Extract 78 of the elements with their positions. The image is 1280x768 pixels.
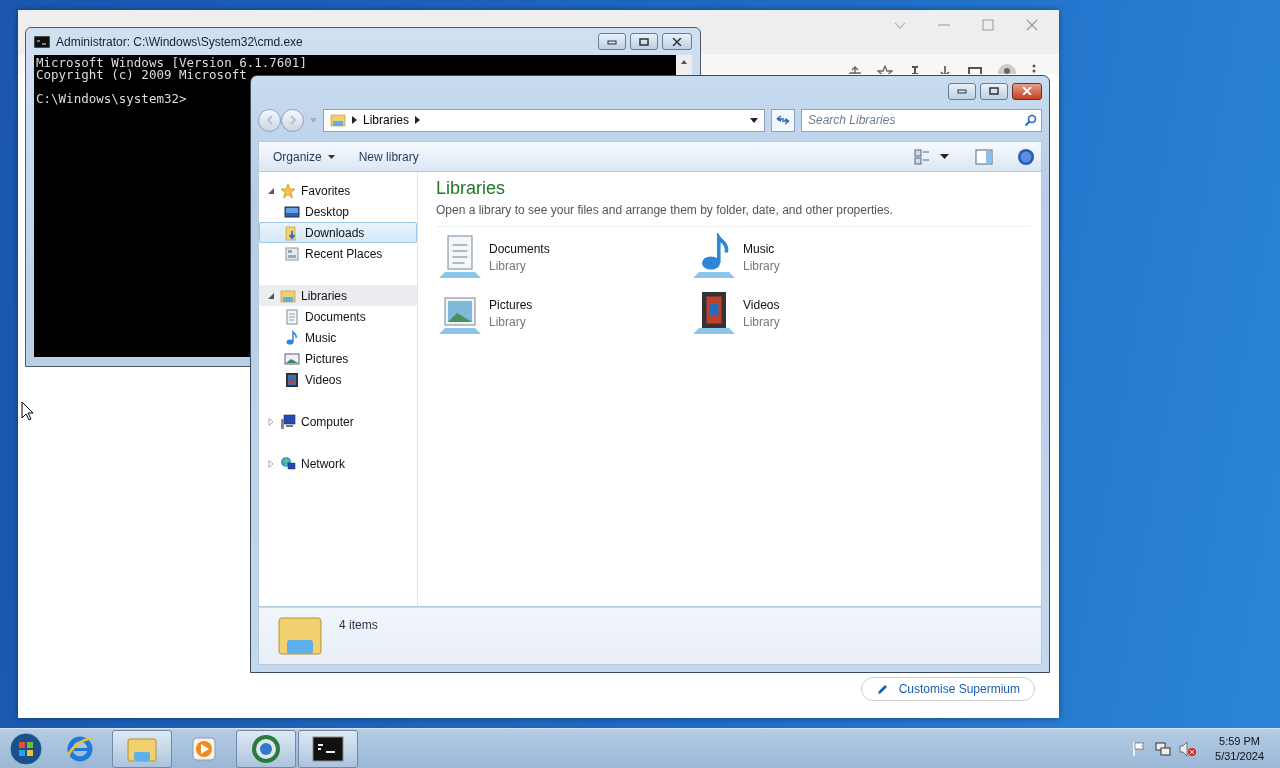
library-item[interactable]: Pictures Library [436, 289, 690, 337]
maximize-button[interactable] [980, 82, 1008, 100]
refresh-button[interactable] [771, 108, 795, 132]
window-icon[interactable] [967, 65, 983, 74]
music-icon [284, 329, 300, 346]
minimize-button[interactable] [948, 82, 976, 100]
desktop-icon [284, 203, 300, 220]
expand-triangle-icon[interactable] [267, 186, 275, 195]
pencil-icon [875, 682, 889, 696]
breadcrumb-arrow-icon[interactable] [415, 116, 421, 124]
nav-item[interactable]: Libraries [259, 285, 417, 306]
terminal-icon [312, 735, 344, 762]
nav-item[interactable]: Computer [259, 411, 417, 432]
libraries-icon [330, 112, 346, 128]
download-icon[interactable] [937, 65, 953, 74]
nav-item[interactable]: Downloads [259, 222, 417, 243]
play-icon [190, 734, 218, 763]
star-icon[interactable] [877, 65, 893, 74]
expand-triangle-icon[interactable] [267, 291, 275, 300]
star-icon [280, 182, 296, 199]
windows-logo-icon [9, 731, 43, 766]
library-item[interactable]: Music Library [690, 233, 944, 281]
documents-icon [284, 308, 300, 325]
libraries-icon [280, 287, 296, 304]
taskbar-button[interactable] [298, 729, 358, 768]
breadcrumb[interactable]: Libraries [363, 113, 410, 127]
terminal-icon [34, 35, 50, 48]
nav-item[interactable]: Pictures [259, 348, 417, 369]
page-description: Open a library to see your files and arrange them by folder, date, and other properties. [436, 203, 1031, 227]
recent-icon [284, 245, 300, 262]
clock[interactable]: 5:59 PM 5/31/2024 [1215, 733, 1264, 764]
muted-speaker-icon[interactable] [1179, 740, 1198, 757]
minimize-icon [957, 88, 967, 94]
flag-icon[interactable] [1131, 740, 1148, 757]
nav-item[interactable]: Videos [259, 369, 417, 390]
network-icon [280, 455, 296, 472]
close-button[interactable] [1012, 82, 1042, 100]
nav-item[interactable]: Recent Places [259, 243, 417, 264]
network-icon[interactable] [1155, 740, 1172, 757]
toolbar-button[interactable]: New library [350, 146, 427, 167]
search-icon[interactable] [1024, 113, 1037, 127]
maximize-button[interactable] [630, 33, 658, 50]
address-bar[interactable]: Libraries [323, 108, 765, 132]
caret-icon [327, 154, 335, 159]
close-icon [1022, 87, 1032, 95]
nav-item[interactable]: Network [259, 453, 417, 474]
nav-item[interactable]: Documents [259, 306, 417, 327]
toolbar-button[interactable]: Organize [265, 146, 343, 167]
cursor-icon [21, 401, 34, 421]
close-button[interactable] [662, 33, 692, 50]
dropdown-arrow-icon[interactable] [940, 154, 949, 159]
computer-icon [280, 413, 296, 430]
page-title: Libraries [436, 178, 507, 199]
help-icon[interactable] [1017, 147, 1035, 166]
breadcrumb-arrow-icon[interactable] [352, 116, 357, 124]
view-options-icon[interactable] [914, 148, 932, 165]
share-icon[interactable] [847, 65, 863, 74]
maximize-icon [639, 37, 649, 46]
videos-icon [284, 371, 300, 388]
refresh-icon [776, 114, 790, 126]
nav-item[interactable]: Music [259, 327, 417, 348]
console-line: Microsoft Windows [Version 6.1.7601] [36, 57, 308, 69]
minimize-icon [607, 38, 617, 45]
item-count: 4 items [339, 618, 378, 632]
maximize-icon [989, 87, 999, 95]
dropdown-arrow-icon[interactable] [750, 117, 758, 123]
nav-item[interactable]: Desktop [259, 201, 417, 222]
library-item[interactable]: Videos Library [690, 289, 944, 337]
search-field[interactable]: Search Libraries [801, 108, 1042, 132]
console-line: Copyright (c) 2009 Microsoft [36, 69, 247, 81]
command-prompt: C:\Windows\system32> [36, 93, 188, 105]
window-title: Administrator: C:\Windows\System32\cmd.exe [56, 34, 304, 49]
customise-button[interactable]: Customise Supermium [860, 677, 1035, 701]
minimize-button[interactable] [598, 33, 626, 50]
library-item[interactable]: Documents Library [436, 233, 690, 281]
nav-item[interactable]: Favorites [259, 180, 417, 201]
close-icon [672, 37, 682, 46]
pictures-icon [284, 350, 300, 367]
